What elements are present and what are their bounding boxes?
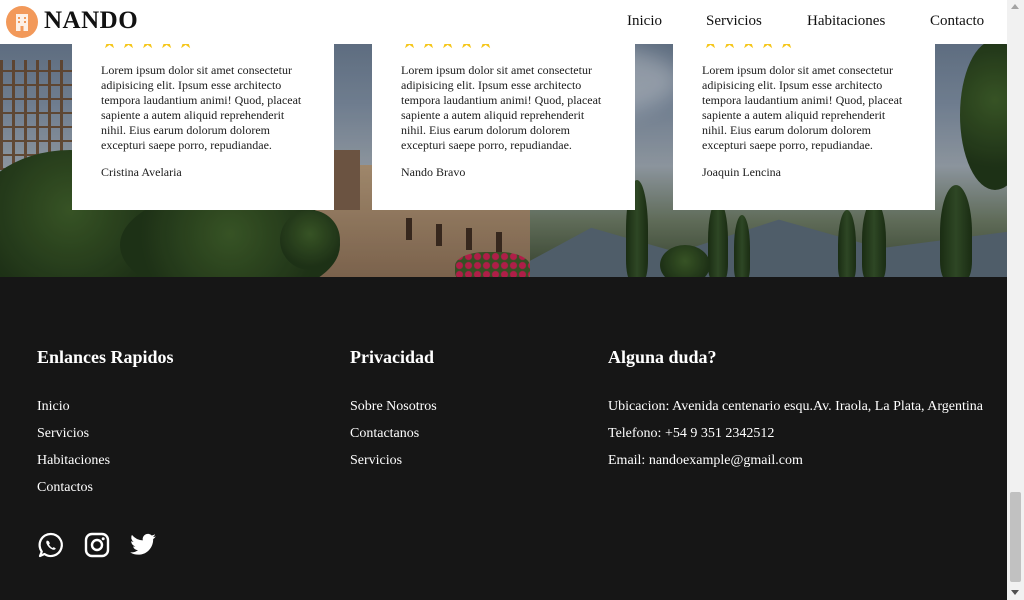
footer-link-servicios-privacy[interactable]: Servicios bbox=[350, 453, 402, 469]
footer-email: Email: nandoexample@gmail.com bbox=[608, 453, 803, 468]
testimonial-author: Cristina Avelaria bbox=[101, 165, 182, 179]
footer-link-inicio[interactable]: Inicio bbox=[37, 399, 70, 415]
scroll-up-arrow-icon[interactable] bbox=[1011, 4, 1019, 9]
footer-link-contactanos[interactable]: Contactanos bbox=[350, 426, 419, 442]
testimonial-author: Nando Bravo bbox=[401, 165, 466, 179]
footer: Enlances Rapidos Inicio Servicios Habita… bbox=[0, 277, 1007, 600]
top-navbar: NANDO Inicio Servicios Habitaciones Cont… bbox=[0, 0, 1007, 44]
scrollbar-thumb[interactable] bbox=[1010, 492, 1021, 582]
footer-link-servicios[interactable]: Servicios bbox=[37, 426, 89, 442]
testimonial-text: Lorem ipsum dolor sit amet consectetur a… bbox=[101, 63, 302, 152]
testimonial-text: Lorem ipsum dolor sit amet consectetur a… bbox=[702, 63, 903, 152]
scroll-down-arrow-icon[interactable] bbox=[1011, 590, 1019, 595]
footer-link-sobre-nosotros[interactable]: Sobre Nosotros bbox=[350, 399, 437, 415]
footer-phone: Telefono: +54 9 351 2342512 bbox=[608, 426, 775, 441]
nav-link-habitaciones[interactable]: Habitaciones bbox=[807, 13, 885, 30]
brand-name[interactable]: NANDO bbox=[44, 7, 138, 35]
page-scrollbar[interactable] bbox=[1007, 0, 1024, 600]
footer-link-contactos[interactable]: Contactos bbox=[37, 480, 93, 496]
hotel-logo-icon[interactable] bbox=[6, 6, 38, 38]
testimonial-text: Lorem ipsum dolor sit amet consectetur a… bbox=[401, 63, 602, 152]
whatsapp-icon[interactable] bbox=[37, 531, 65, 559]
twitter-icon[interactable] bbox=[129, 531, 157, 559]
nav-link-contacto[interactable]: Contacto bbox=[930, 13, 984, 30]
instagram-icon[interactable] bbox=[83, 531, 111, 559]
testimonial-author: Joaquin Lencina bbox=[702, 165, 781, 179]
footer-quick-links-title: Enlances Rapidos bbox=[37, 347, 174, 367]
nav-link-inicio[interactable]: Inicio bbox=[627, 13, 662, 30]
footer-contact-title: Alguna duda? bbox=[608, 347, 717, 367]
footer-link-habitaciones[interactable]: Habitaciones bbox=[37, 453, 110, 469]
footer-address: Ubicacion: Avenida centenario esqu.Av. I… bbox=[608, 399, 984, 414]
nav-link-servicios[interactable]: Servicios bbox=[706, 13, 762, 30]
footer-privacy-title: Privacidad bbox=[350, 347, 434, 367]
